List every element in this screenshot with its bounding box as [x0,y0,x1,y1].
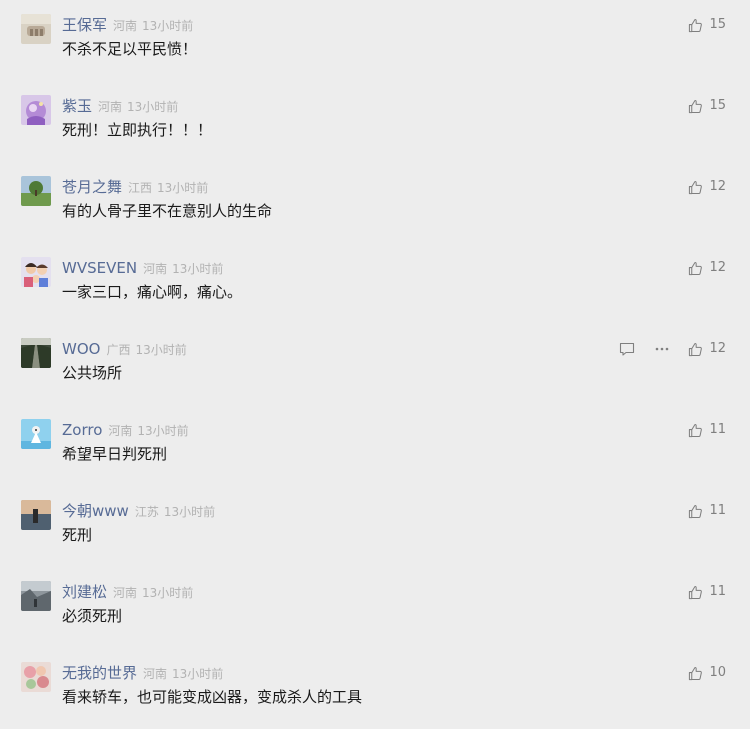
comment-text: 希望早日判死刑 [62,445,168,463]
comment-item: 无我的世界 河南 13小时前 看来轿车，也可能变成凶器，变成杀人的工具 10 [0,648,750,729]
comment-meta: 王保军 河南 13小时前 [62,14,193,36]
like-count: 12 [709,341,726,356]
region: 河南 [143,262,168,276]
comment-text: 看来轿车，也可能变成凶器，变成杀人的工具 [62,688,363,706]
comment-item: 今朝www 江苏 13小时前 死刑 11 [0,486,750,567]
avatar[interactable] [21,581,51,611]
thumbs-up-icon [689,585,703,599]
nickname[interactable]: WOO [62,338,100,360]
avatar[interactable] [21,257,51,287]
comment-text: 有的人骨子里不在意别人的生命 [62,202,273,220]
nickname[interactable]: 刘建松 [62,581,107,603]
region: 河南 [108,424,133,438]
comment-item: 王保军 河南 13小时前 不杀不足以平民愤！ 15 [0,0,750,81]
like-count: 11 [709,503,726,518]
comment-text: 公共场所 [62,364,123,382]
thumbs-up-icon [689,99,703,113]
comment-meta: Zorro 河南 13小时前 [62,419,189,441]
reply-button[interactable] [619,341,635,357]
like-count: 11 [709,584,726,599]
thumbs-up-icon [689,423,703,437]
thumbs-up-icon [689,342,703,356]
timestamp: 13小时前 [142,19,194,33]
region: 江西 [128,181,153,195]
comment-item: 紫玉 河南 13小时前 死刑！立即执行！！！ 15 [0,81,750,162]
like-count: 15 [709,17,726,32]
comment-meta: WVSEVEN 河南 13小时前 [62,257,223,279]
comment-text: 一家三口，痛心啊，痛心。 [62,283,243,301]
timestamp: 13小时前 [172,667,224,681]
thumbs-up-icon [689,261,703,275]
like-button[interactable]: 15 [688,95,726,117]
like-count: 11 [709,422,726,437]
nickname[interactable]: 今朝www [62,500,129,522]
like-button[interactable]: 11 [688,419,726,441]
comment-text: 不杀不足以平民愤！ [62,40,198,58]
region: 河南 [143,667,168,681]
region: 广西 [106,343,131,357]
region: 江苏 [134,505,159,519]
comment-meta: 紫玉 河南 13小时前 [62,95,178,117]
like-button[interactable]: 12 [688,176,726,198]
comment-item: 刘建松 河南 13小时前 必须死刑 11 [0,567,750,648]
timestamp: 13小时前 [137,424,189,438]
comment-text: 死刑！立即执行！！！ [62,121,213,139]
nickname[interactable]: 无我的世界 [62,662,137,684]
like-button[interactable]: 12 [688,338,726,360]
thumbs-up-icon [689,180,703,194]
like-count: 10 [709,665,726,680]
comment-meta: 苍月之舞 江西 13小时前 [62,176,208,198]
comment-item: Zorro 河南 13小时前 希望早日判死刑 11 [0,405,750,486]
comment-icon [619,342,635,356]
region: 河南 [98,100,123,114]
nickname[interactable]: WVSEVEN [62,257,137,279]
comment-item: WVSEVEN 河南 13小时前 一家三口，痛心啊，痛心。 12 [0,243,750,324]
like-count: 12 [709,260,726,275]
like-button[interactable]: 11 [688,581,726,603]
timestamp: 13小时前 [157,181,209,195]
thumbs-up-icon [689,666,703,680]
avatar[interactable] [21,662,51,692]
comment-meta: 无我的世界 河南 13小时前 [62,662,223,684]
thumbs-up-icon [689,504,703,518]
nickname[interactable]: 紫玉 [62,95,92,117]
more-icon [655,347,669,351]
timestamp: 13小时前 [135,343,187,357]
timestamp: 13小时前 [163,505,216,519]
comment-item: WOO 广西 13小时前 公共场所 12 [0,324,750,405]
avatar[interactable] [21,338,51,368]
timestamp: 13小时前 [172,262,224,276]
like-button[interactable]: 15 [688,14,726,36]
timestamp: 13小时前 [142,586,194,600]
like-button[interactable]: 10 [688,662,726,684]
comment-meta: 刘建松 河南 13小时前 [62,581,193,603]
region: 河南 [113,19,138,33]
like-button[interactable]: 11 [688,500,726,522]
comment-text: 死刑 [62,526,93,544]
nickname[interactable]: 王保军 [62,14,107,36]
like-button[interactable]: 12 [688,257,726,279]
like-count: 12 [709,179,726,194]
timestamp: 13小时前 [127,100,179,114]
comment-text: 必须死刑 [62,607,123,625]
nickname[interactable]: 苍月之舞 [62,176,122,198]
avatar[interactable] [21,500,51,530]
nickname[interactable]: Zorro [62,419,102,441]
thumbs-up-icon [689,18,703,32]
avatar[interactable] [21,419,51,449]
region: 河南 [113,586,138,600]
like-count: 15 [709,98,726,113]
more-button[interactable] [654,341,670,357]
comment-item: 苍月之舞 江西 13小时前 有的人骨子里不在意别人的生命 12 [0,162,750,243]
avatar[interactable] [21,176,51,206]
avatar[interactable] [21,95,51,125]
comment-meta: 今朝www 江苏 13小时前 [62,500,215,522]
comment-list: 王保军 河南 13小时前 不杀不足以平民愤！ 15 紫玉 河南 13小时前 死刑… [0,0,750,712]
comment-meta: WOO 广西 13小时前 [62,338,187,360]
avatar[interactable] [21,14,51,44]
